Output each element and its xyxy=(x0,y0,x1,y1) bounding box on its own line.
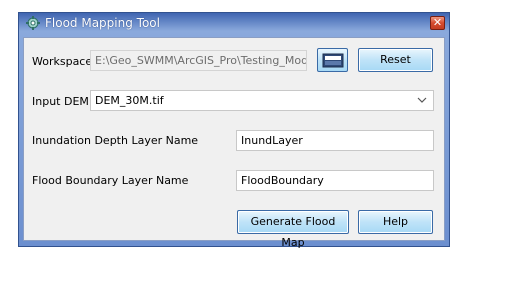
workspace-path-field[interactable]: E:\Geo_SWMM\ArcGIS_Pro\Testing_Models\ xyxy=(90,50,307,71)
gear-icon xyxy=(26,16,40,30)
browse-folder-button[interactable] xyxy=(317,48,348,72)
flood-boundary-label: Flood Boundary Layer Name xyxy=(32,174,189,187)
flood-mapping-window: Flood Mapping Tool ✕ Workspace E:\Geo_SW… xyxy=(18,12,450,249)
window-title: Flood Mapping Tool xyxy=(45,16,160,30)
help-button[interactable]: Help xyxy=(358,210,433,234)
input-dem-label: Input DEM xyxy=(32,95,89,108)
input-dem-dropdown[interactable]: DEM_30M.tif xyxy=(90,90,434,111)
title-bar[interactable]: Flood Mapping Tool ✕ xyxy=(19,13,449,33)
inundation-layer-input[interactable]: InundLayer xyxy=(236,130,434,151)
reset-button[interactable]: Reset xyxy=(358,48,433,72)
inundation-layer-label: Inundation Depth Layer Name xyxy=(32,134,199,147)
chevron-down-icon xyxy=(417,97,427,103)
generate-flood-map-button[interactable]: Generate Flood Map xyxy=(237,210,349,249)
close-button[interactable]: ✕ xyxy=(430,16,445,30)
folder-icon xyxy=(322,53,344,68)
flood-boundary-input[interactable]: FloodBoundary xyxy=(236,170,434,191)
input-dem-selected: DEM_30M.tif xyxy=(95,94,164,107)
workspace-label: Workspace xyxy=(32,55,93,68)
close-icon: ✕ xyxy=(432,16,443,29)
dialog-body: Workspace E:\Geo_SWMM\ArcGIS_Pro\Testing… xyxy=(23,37,445,249)
